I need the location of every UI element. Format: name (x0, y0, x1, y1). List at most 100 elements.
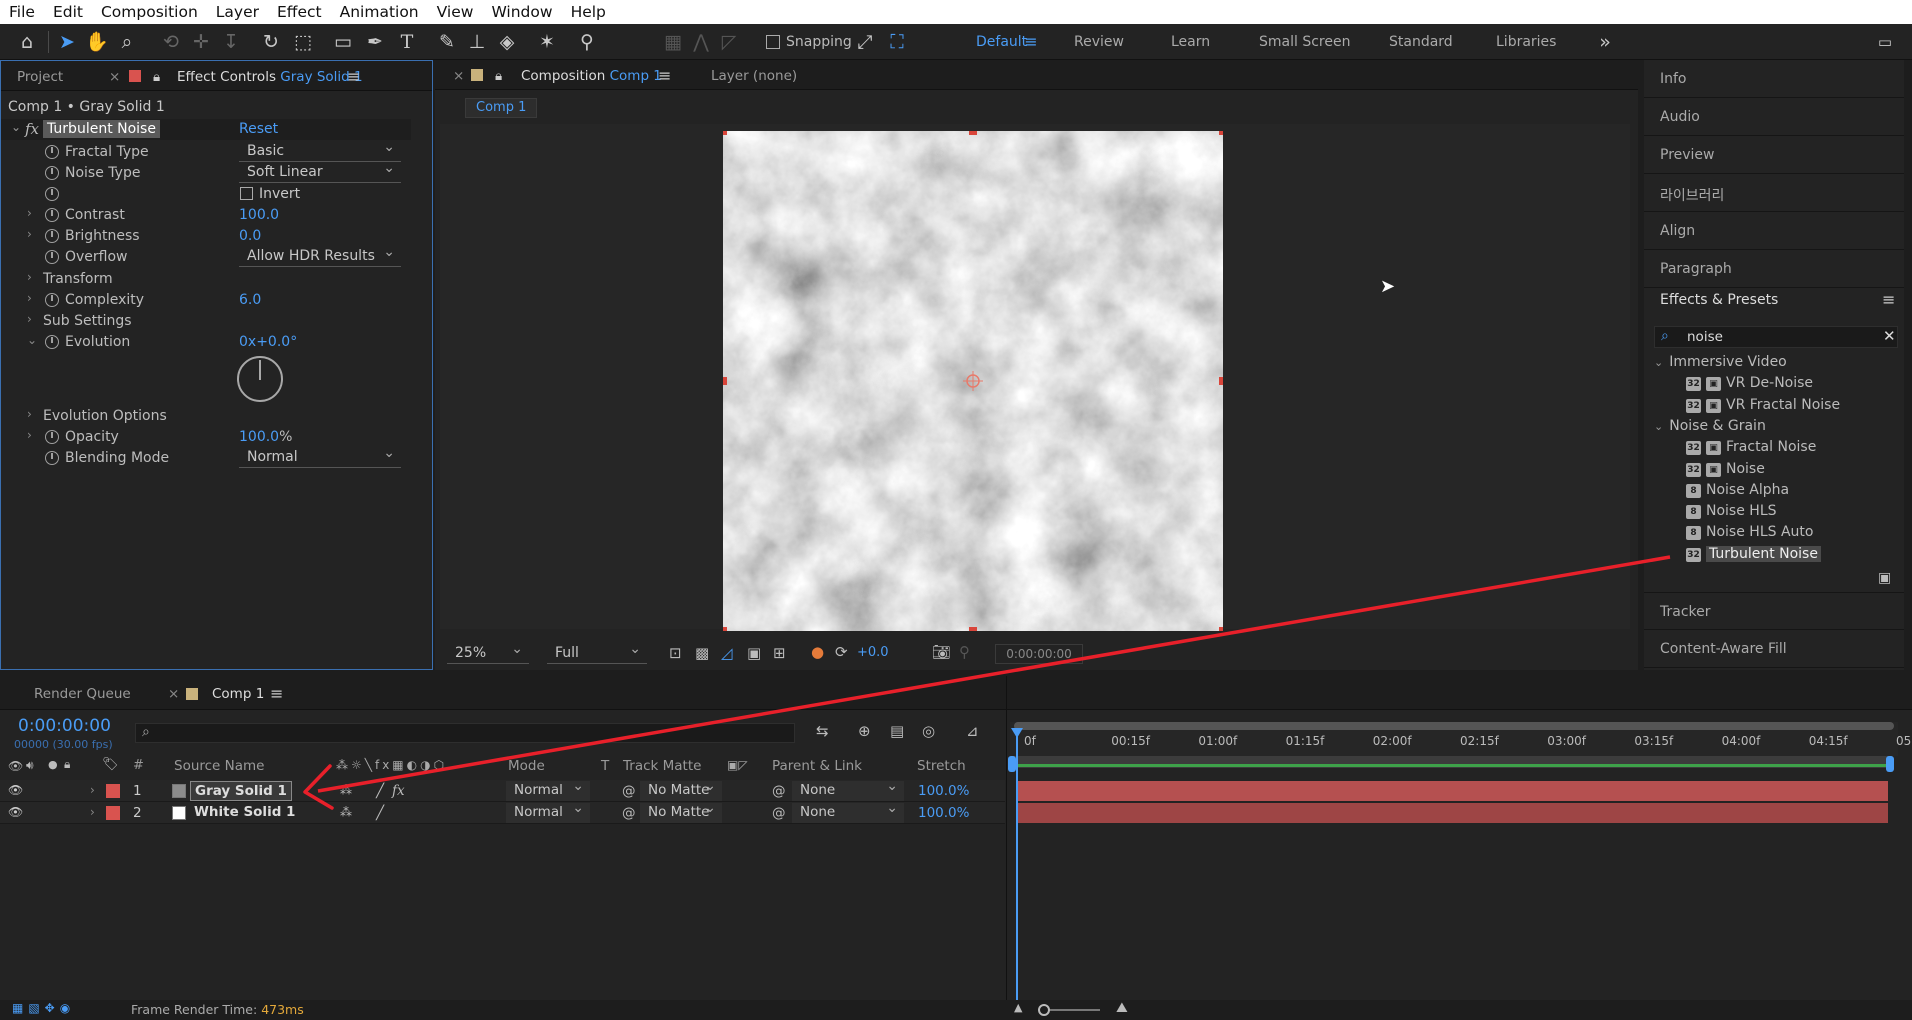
work-area-end[interactable] (1886, 756, 1894, 772)
effect-name[interactable]: Turbulent Noise (43, 120, 160, 138)
close-icon[interactable]: × (168, 686, 179, 702)
solo-icon[interactable]: ● (48, 758, 58, 771)
pickwhip-icon[interactable]: @ (772, 805, 786, 821)
chevron-down-icon[interactable]: ⌄ (1654, 356, 1663, 369)
menu-item-window[interactable]: Window (482, 0, 561, 24)
reset-button[interactable]: Reset (239, 121, 278, 137)
lock-icon[interactable]: 🔒︎ (153, 69, 160, 85)
region-of-interest-icon[interactable]: ▣ (747, 644, 761, 662)
menu-item-help[interactable]: Help (562, 0, 615, 24)
workspace-libraries[interactable]: Libraries (1496, 34, 1556, 50)
source-name-header[interactable]: Source Name (174, 758, 265, 774)
type-tool-icon[interactable]: T (394, 29, 420, 55)
rotation-tool-icon[interactable]: ↻ (258, 29, 284, 55)
frame-blending-icon[interactable]: ◎ (922, 722, 935, 740)
layer-name[interactable]: White Solid 1 (190, 803, 299, 821)
track-matte-dropdown[interactable]: No Matte (640, 799, 722, 823)
num-column-header[interactable]: # (133, 758, 144, 773)
property-dropdown[interactable]: Normal (239, 444, 401, 468)
clear-search-icon[interactable]: ✕ (1883, 327, 1896, 345)
panel-menu-icon[interactable]: ≡ (1882, 290, 1895, 309)
zoom-tool-icon[interactable]: ⌕ (114, 29, 140, 55)
tab-render-queue[interactable]: Render Queue (34, 686, 131, 702)
chevron-right-icon[interactable]: › (27, 428, 32, 442)
stretch-value[interactable]: 100.0% (918, 805, 969, 821)
spiral-icon[interactable]: @ (622, 805, 636, 821)
effect-item[interactable]: 8 Noise Alpha (1686, 482, 1789, 502)
menu-item-file[interactable]: File (0, 0, 44, 24)
parent-link-header[interactable]: Parent & Link (772, 758, 862, 774)
lock-icon[interactable]: 🔒︎ (64, 757, 70, 772)
resolution-dropdown[interactable]: Full (547, 640, 647, 664)
menu-item-edit[interactable]: Edit (44, 0, 92, 24)
workspace-review[interactable]: Review (1074, 34, 1124, 50)
chevron-right-icon[interactable]: › (90, 783, 95, 797)
home-icon[interactable]: ⌂ (14, 29, 40, 55)
eraser-tool-icon[interactable]: ◈ (494, 29, 520, 55)
chevron-right-icon[interactable]: › (27, 312, 32, 326)
chevron-right-icon[interactable]: › (27, 291, 32, 305)
menu-item-composition[interactable]: Composition (92, 0, 207, 24)
effect-item[interactable]: 32 ▣ Fractal Noise (1686, 439, 1816, 459)
label-swatch[interactable] (106, 806, 120, 820)
zoom-slider[interactable] (1038, 1004, 1100, 1016)
property-dropdown[interactable]: Basic (239, 138, 401, 162)
panel-item[interactable]: Preview (1644, 136, 1904, 174)
pickwhip-icon[interactable]: @ (772, 783, 786, 799)
pan-behind-icon[interactable]: ⬚ (290, 29, 316, 55)
graph-editor-icon[interactable]: ⊿ (966, 722, 979, 740)
comp-canvas[interactable] (723, 131, 1223, 631)
shy-switch-icon[interactable]: ⁂ (340, 783, 352, 797)
close-icon[interactable]: × (109, 69, 120, 85)
chevron-down-icon[interactable]: ⌄ (1654, 420, 1663, 433)
workspace-standard[interactable]: Standard (1389, 34, 1453, 50)
search-icon[interactable]: ⌕ (1661, 328, 1669, 344)
mask-visibility-icon[interactable]: ◿ (721, 644, 733, 662)
puppet-pin-icon[interactable]: ⚲ (574, 29, 600, 55)
chevron-down-icon[interactable]: ⌄ (27, 333, 37, 347)
stopwatch-icon[interactable] (45, 451, 59, 465)
property-value[interactable]: 6.0 (239, 292, 261, 308)
draft-3d-icon[interactable]: ⊕ (858, 722, 871, 740)
menu-item-animation[interactable]: Animation (331, 0, 428, 24)
evolution-dial[interactable] (237, 356, 283, 402)
panel-menu-icon[interactable]: ≡ (347, 67, 360, 86)
panel-item[interactable]: Paragraph (1644, 250, 1904, 288)
workspace-small-screen[interactable]: Small Screen (1259, 34, 1350, 50)
tab-layer[interactable]: Layer (none) (711, 68, 797, 84)
stopwatch-icon[interactable] (45, 166, 59, 180)
tab-project[interactable]: Project (17, 69, 63, 85)
brush-tool-icon[interactable]: ✎ (434, 29, 460, 55)
menu-item-layer[interactable]: Layer (207, 0, 268, 24)
t-header[interactable]: T (601, 758, 609, 774)
zoom-in-icon[interactable]: ⛰ (1116, 1000, 1128, 1016)
effect-category[interactable]: ⌄ Immersive Video (1654, 354, 1787, 374)
layer-duration-bar[interactable] (1016, 803, 1888, 823)
effect-item[interactable]: 32 ▣ VR Fractal Noise (1686, 397, 1840, 417)
search-help-icon[interactable]: ▭ (1872, 29, 1898, 55)
fx-switch-icon[interactable]: fx (392, 783, 405, 799)
fx-icon[interactable]: fx (25, 120, 39, 138)
chevron-down-icon[interactable]: ⌄ (11, 120, 21, 134)
current-time-display[interactable]: 0:00:00:00 (995, 644, 1083, 664)
roto-brush-icon[interactable]: ✶ (534, 29, 560, 55)
dolly-camera-icon[interactable]: ↧ (218, 29, 244, 55)
stopwatch-icon[interactable] (45, 293, 59, 307)
stretch-value[interactable]: 100.0% (918, 783, 969, 799)
effect-item[interactable]: 8 Noise HLS (1686, 503, 1777, 523)
chevron-right-icon[interactable]: › (27, 227, 32, 241)
current-time[interactable]: 0:00:00:00 (18, 716, 111, 736)
mode-header[interactable]: Mode (508, 758, 545, 774)
snapshot-icon[interactable]: 📷︎ (932, 643, 951, 661)
shy-layers-icon[interactable]: ▤ (890, 722, 904, 740)
stopwatch-icon[interactable] (45, 430, 59, 444)
playhead[interactable] (1011, 728, 1023, 1000)
mode-dropdown[interactable]: Normal (506, 777, 590, 801)
stopwatch-icon[interactable] (45, 145, 59, 159)
effect-item[interactable]: 32 ▣ Noise (1686, 461, 1765, 481)
panel-item[interactable]: 라이브러리 (1644, 174, 1904, 212)
viewer-area[interactable] (440, 124, 1630, 631)
effect-item[interactable]: 8 Noise HLS Auto (1686, 524, 1813, 544)
fast-previews-icon[interactable]: ⊡ (669, 644, 682, 662)
exposure-value[interactable]: +0.0 (857, 645, 889, 660)
